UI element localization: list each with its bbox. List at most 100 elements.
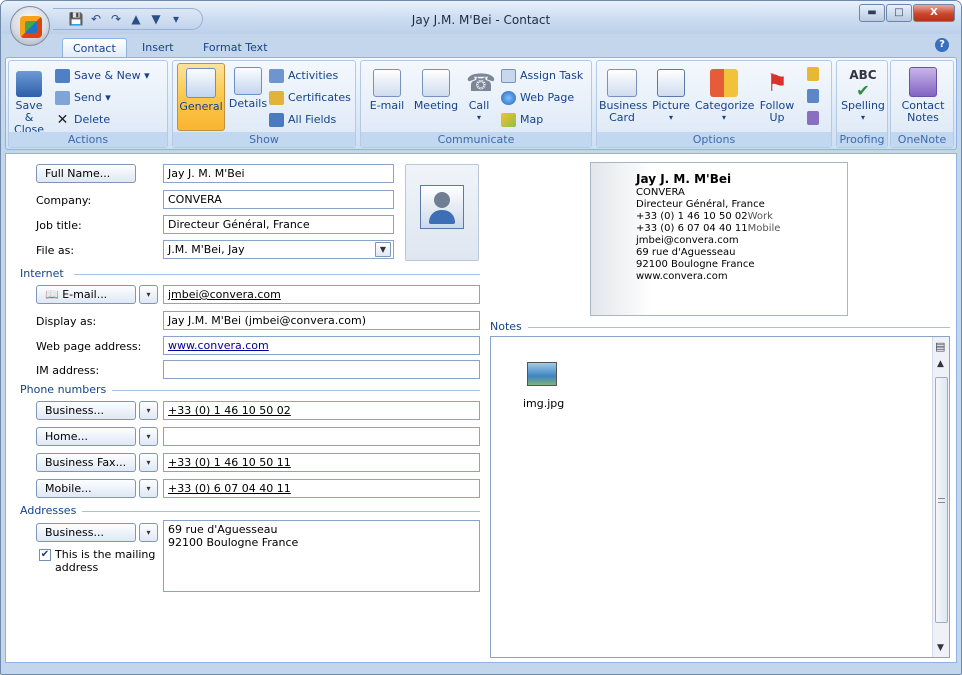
quick-access-toolbar: 💾 ↶ ↷ ▲ ▼ ▾ <box>53 8 203 30</box>
business-address-dropdown[interactable]: ▾ <box>139 523 158 542</box>
mobile-phone-dropdown[interactable]: ▾ <box>139 479 158 498</box>
phone-divider <box>112 390 480 391</box>
group-actions: Save & Close Save & New ▾ Send ▾ ✕ Delete… <box>8 60 168 148</box>
maximize-button[interactable]: □ <box>886 4 912 22</box>
save-close-button[interactable]: Save & Close <box>13 71 45 136</box>
business-fax-field[interactable]: +33 (0) 1 46 10 50 11 <box>163 453 480 472</box>
send-button[interactable]: Send ▾ <box>55 89 111 107</box>
check-names-icon <box>807 111 819 125</box>
mailing-address-label-1: This is the mailing <box>55 548 156 561</box>
check-names-button[interactable] <box>807 109 823 127</box>
address-field[interactable]: 69 rue d'Aguesseau 92100 Boulogne France <box>163 520 480 592</box>
spelling-button[interactable]: ABC ✔ Spelling ▾ <box>839 67 887 124</box>
job-title-field[interactable]: Directeur Général, France <box>163 215 394 234</box>
scroll-special-icon[interactable]: ▤ <box>935 340 945 353</box>
assign-task-button[interactable]: Assign Task <box>501 67 583 85</box>
full-name-field[interactable]: Jay J. M. M'Bei <box>163 164 394 183</box>
business-phone-field[interactable]: +33 (0) 1 46 10 50 02 <box>163 401 480 420</box>
home-phone-dropdown[interactable]: ▾ <box>139 427 158 446</box>
tab-insert[interactable]: Insert <box>132 38 184 58</box>
meeting-icon <box>422 69 450 97</box>
undo-icon[interactable]: ↶ <box>87 10 105 28</box>
company-field[interactable]: CONVERA <box>163 190 394 209</box>
business-phone-button[interactable]: Business... <box>36 401 136 420</box>
attachment-name[interactable]: img.jpg <box>523 397 564 410</box>
save-icon[interactable]: 💾 <box>67 10 85 28</box>
picture-button[interactable]: Picture ▾ <box>649 69 693 124</box>
map-button[interactable]: Map <box>501 111 543 129</box>
scroll-up-icon[interactable]: ▲ <box>937 359 944 369</box>
phone-section-label: Phone numbers <box>20 383 107 396</box>
business-phone-dropdown[interactable]: ▾ <box>139 401 158 420</box>
display-as-field[interactable]: Jay J.M. M'Bei (jmbei@convera.com) <box>163 311 480 330</box>
delete-button[interactable]: ✕ Delete <box>55 111 111 129</box>
group-onenote-label: OneNote <box>891 132 953 147</box>
categorize-button[interactable]: Categorize ▾ <box>695 69 754 124</box>
save-new-label: Save & New <box>74 69 141 82</box>
scroll-thumb[interactable] <box>935 377 948 623</box>
customize-qat-icon[interactable]: ▾ <box>167 10 185 28</box>
activities-button[interactable]: Activities <box>269 67 338 85</box>
close-button[interactable]: X <box>913 4 955 22</box>
business-fax-dropdown[interactable]: ▾ <box>139 453 158 472</box>
save-new-button[interactable]: Save & New ▾ <box>55 67 150 85</box>
certificates-button[interactable]: Certificates <box>269 89 351 107</box>
tab-contact[interactable]: Contact <box>62 38 127 58</box>
ribbon: Save & Close Save & New ▾ Send ▾ ✕ Delete… <box>5 57 957 150</box>
mobile-phone-field[interactable]: +33 (0) 6 07 04 40 11 <box>163 479 480 498</box>
home-phone-field[interactable] <box>163 427 480 446</box>
tab-format-text[interactable]: Format Text <box>193 38 278 58</box>
image-attachment-icon[interactable] <box>527 362 557 386</box>
address-book-button[interactable] <box>807 87 823 105</box>
all-fields-button[interactable]: All Fields <box>269 111 336 129</box>
meeting-button[interactable]: Meeting <box>411 69 461 112</box>
card-work-phone-value: +33 (0) 1 46 10 50 02 <box>636 211 748 222</box>
im-address-field[interactable] <box>163 360 480 379</box>
web-page-value[interactable]: www.convera.com <box>168 339 269 352</box>
address-line-2: 92100 Boulogne France <box>168 536 299 549</box>
private-button[interactable] <box>807 65 823 83</box>
contact-window: Jay J.M. M'Bei - Contact 💾 ↶ ↷ ▲ ▼ ▾ ▬ □ X Co… <box>0 0 962 675</box>
web-page-button[interactable]: Web Page <box>501 89 574 107</box>
group-show: General Details Activities Certificates … <box>172 60 356 148</box>
web-page-field[interactable]: www.convera.com <box>163 336 480 355</box>
assign-task-label: Assign Task <box>520 69 584 82</box>
business-card-preview[interactable]: Jay J. M. M'Bei CONVERA Directeur Généra… <box>590 162 848 316</box>
contact-picture[interactable] <box>405 164 479 261</box>
full-name-button[interactable]: Full Name... <box>36 164 136 183</box>
internet-section-label: Internet <box>20 267 64 280</box>
general-button[interactable]: General <box>177 63 225 131</box>
office-button[interactable] <box>10 6 50 46</box>
redo-icon[interactable]: ↷ <box>107 10 125 28</box>
addresses-divider <box>82 511 480 512</box>
save-close-label-1: Save & <box>15 99 43 124</box>
group-actions-label: Actions <box>9 132 167 147</box>
notes-scrollbar[interactable]: ▤ ▲ ▼ <box>932 337 949 657</box>
contact-notes-button[interactable]: Contact Notes <box>897 67 949 124</box>
follow-up-button[interactable]: ⚑ Follow Up <box>757 69 797 124</box>
file-as-select[interactable]: J.M. M'Bei, Jay <box>163 240 394 259</box>
down-arrow-icon[interactable]: ▼ <box>147 10 165 28</box>
email-button[interactable]: E-mail <box>365 69 409 112</box>
notes-area[interactable]: img.jpg ▤ ▲ ▼ <box>490 336 950 658</box>
call-button[interactable]: ☎ Call ▾ <box>464 69 496 124</box>
file-as-value: J.M. M'Bei, Jay <box>168 243 245 256</box>
minimize-button[interactable]: ▬ <box>859 4 885 22</box>
business-fax-button[interactable]: Business Fax... <box>36 453 136 472</box>
group-proofing-label: Proofing <box>837 132 887 147</box>
mobile-phone-button[interactable]: Mobile... <box>36 479 136 498</box>
details-button[interactable]: Details <box>228 67 268 110</box>
up-arrow-icon[interactable]: ▲ <box>127 10 145 28</box>
email-button-form[interactable]: 📖 E-mail... <box>36 285 136 304</box>
email-field[interactable]: jmbei@convera.com <box>163 285 480 304</box>
email-dropdown-button[interactable]: ▾ <box>139 285 158 304</box>
scroll-down-icon[interactable]: ▼ <box>937 643 944 653</box>
business-address-button[interactable]: Business... <box>36 523 136 542</box>
file-as-dropdown-icon[interactable]: ▼ <box>375 242 391 257</box>
mailing-address-checkbox[interactable]: ✔ <box>39 549 51 561</box>
business-card-button[interactable]: Business Card <box>599 69 648 124</box>
home-phone-button[interactable]: Home... <box>36 427 136 446</box>
group-options-label: Options <box>597 132 831 147</box>
help-icon[interactable]: ? <box>935 38 949 52</box>
map-label: Map <box>520 113 544 126</box>
